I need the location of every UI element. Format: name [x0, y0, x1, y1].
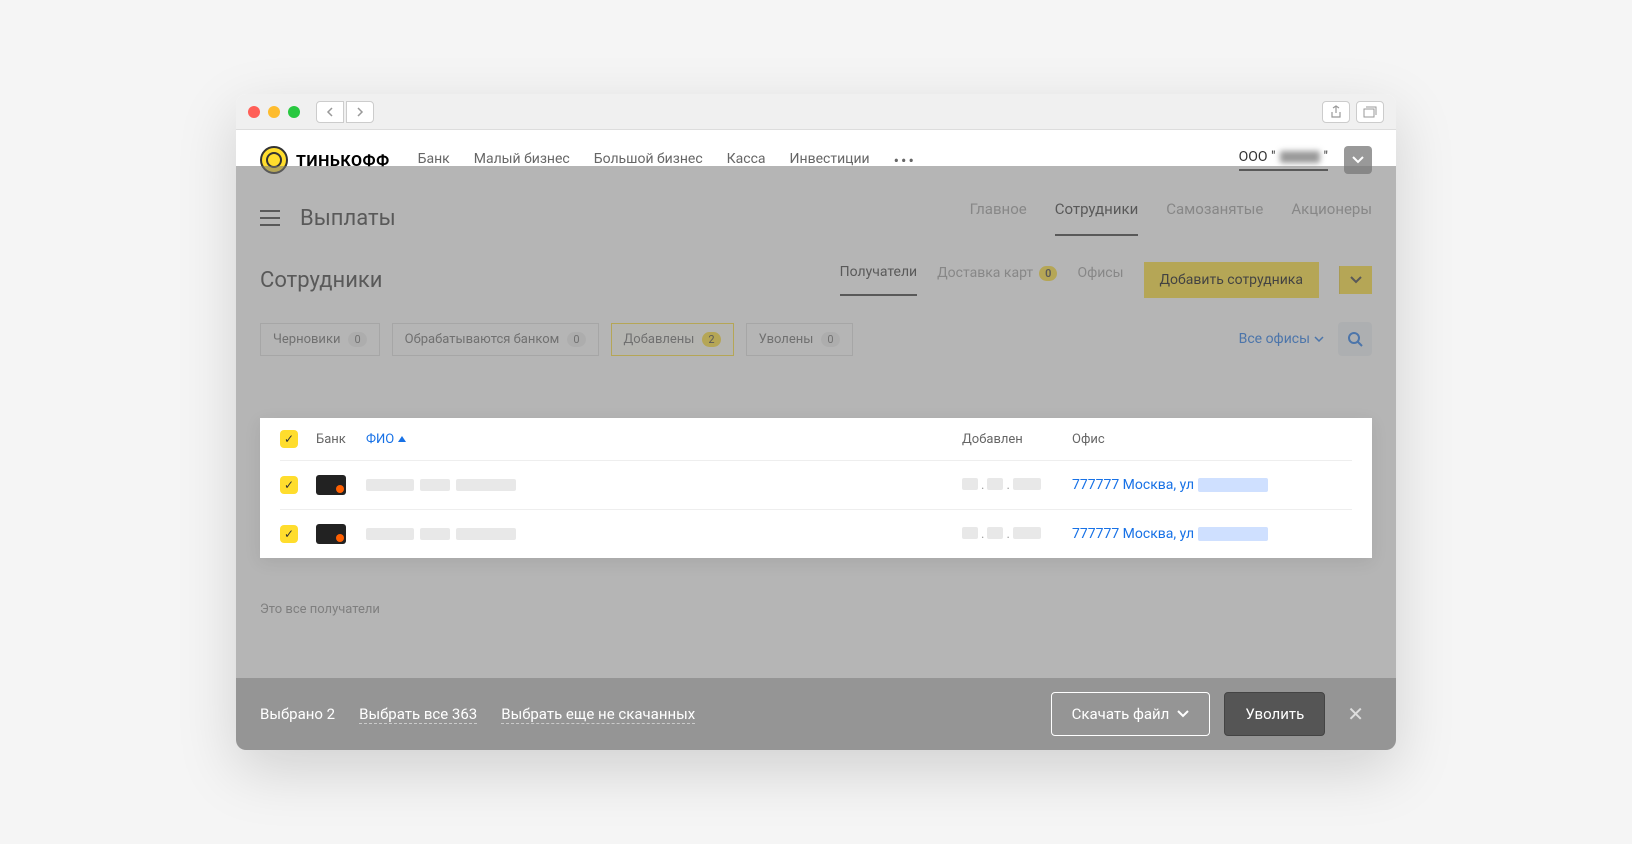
select-all-link[interactable]: Выбрать все 363 — [359, 705, 477, 724]
redacted-date: .. — [962, 478, 1072, 493]
table-header: ✓ Банк ФИО Добавлен Офис — [280, 418, 1352, 461]
chevron-down-icon — [1177, 710, 1189, 718]
browser-window: ТИНЬКОФФ Банк Малый бизнес Большой бизне… — [236, 94, 1396, 750]
redacted-name — [420, 528, 450, 540]
company-prefix: ООО " — [1239, 149, 1276, 165]
download-file-button[interactable]: Скачать файл — [1051, 692, 1211, 736]
office-text: 777777 Москва, ул — [1072, 526, 1194, 542]
column-office[interactable]: Офис — [1072, 432, 1352, 447]
download-label: Скачать файл — [1072, 705, 1170, 723]
row-checkbox[interactable]: ✓ — [280, 525, 298, 543]
redacted-address — [1198, 478, 1268, 492]
page-content: ТИНЬКОФФ Банк Малый бизнес Большой бизне… — [236, 130, 1396, 750]
maximize-window-button[interactable] — [288, 106, 300, 118]
select-all-checkbox[interactable]: ✓ — [280, 430, 298, 448]
redacted-address — [1198, 527, 1268, 541]
close-window-button[interactable] — [248, 106, 260, 118]
column-bank[interactable]: Банк — [316, 432, 366, 447]
column-name-sortable[interactable]: ФИО — [366, 432, 962, 447]
table-row[interactable]: ✓ .. 777777 Москва, ул — [280, 510, 1352, 558]
redacted-name — [366, 528, 414, 540]
tabs-button[interactable] — [1356, 101, 1384, 123]
office-link[interactable]: 777777 Москва, ул — [1072, 526, 1352, 542]
sort-asc-icon — [398, 436, 406, 442]
office-text: 777777 Москва, ул — [1072, 477, 1194, 493]
back-button[interactable] — [316, 101, 344, 123]
redacted-name — [456, 479, 516, 491]
close-footer-button[interactable]: ✕ — [1339, 702, 1372, 726]
forward-button[interactable] — [346, 101, 374, 123]
office-link[interactable]: 777777 Москва, ул — [1072, 477, 1352, 493]
redacted-company-name — [1280, 151, 1320, 163]
minimize-window-button[interactable] — [268, 106, 280, 118]
redacted-name — [366, 479, 414, 491]
redacted-date: .. — [962, 527, 1072, 542]
table-row[interactable]: ✓ .. 777777 Москва, ул — [280, 461, 1352, 510]
share-button[interactable] — [1322, 101, 1350, 123]
window-titlebar — [236, 94, 1396, 130]
column-name-label: ФИО — [366, 432, 394, 447]
selected-count: Выбрано 2 — [260, 705, 335, 723]
selection-footer: Выбрано 2 Выбрать все 363 Выбрать еще не… — [236, 678, 1396, 750]
redacted-name — [456, 528, 516, 540]
employees-table: ✓ Банк ФИО Добавлен Офис ✓ .. — [260, 418, 1372, 558]
fire-button[interactable]: Уволить — [1224, 692, 1325, 736]
row-checkbox[interactable]: ✓ — [280, 476, 298, 494]
company-suffix: " — [1324, 149, 1328, 165]
select-undownloaded-link[interactable]: Выбрать еще не скачанных — [501, 705, 695, 724]
bank-card-icon — [316, 524, 346, 544]
nav-buttons — [316, 101, 374, 123]
redacted-name — [420, 479, 450, 491]
traffic-lights — [248, 106, 300, 118]
column-added[interactable]: Добавлен — [962, 432, 1072, 447]
bank-card-icon — [316, 475, 346, 495]
